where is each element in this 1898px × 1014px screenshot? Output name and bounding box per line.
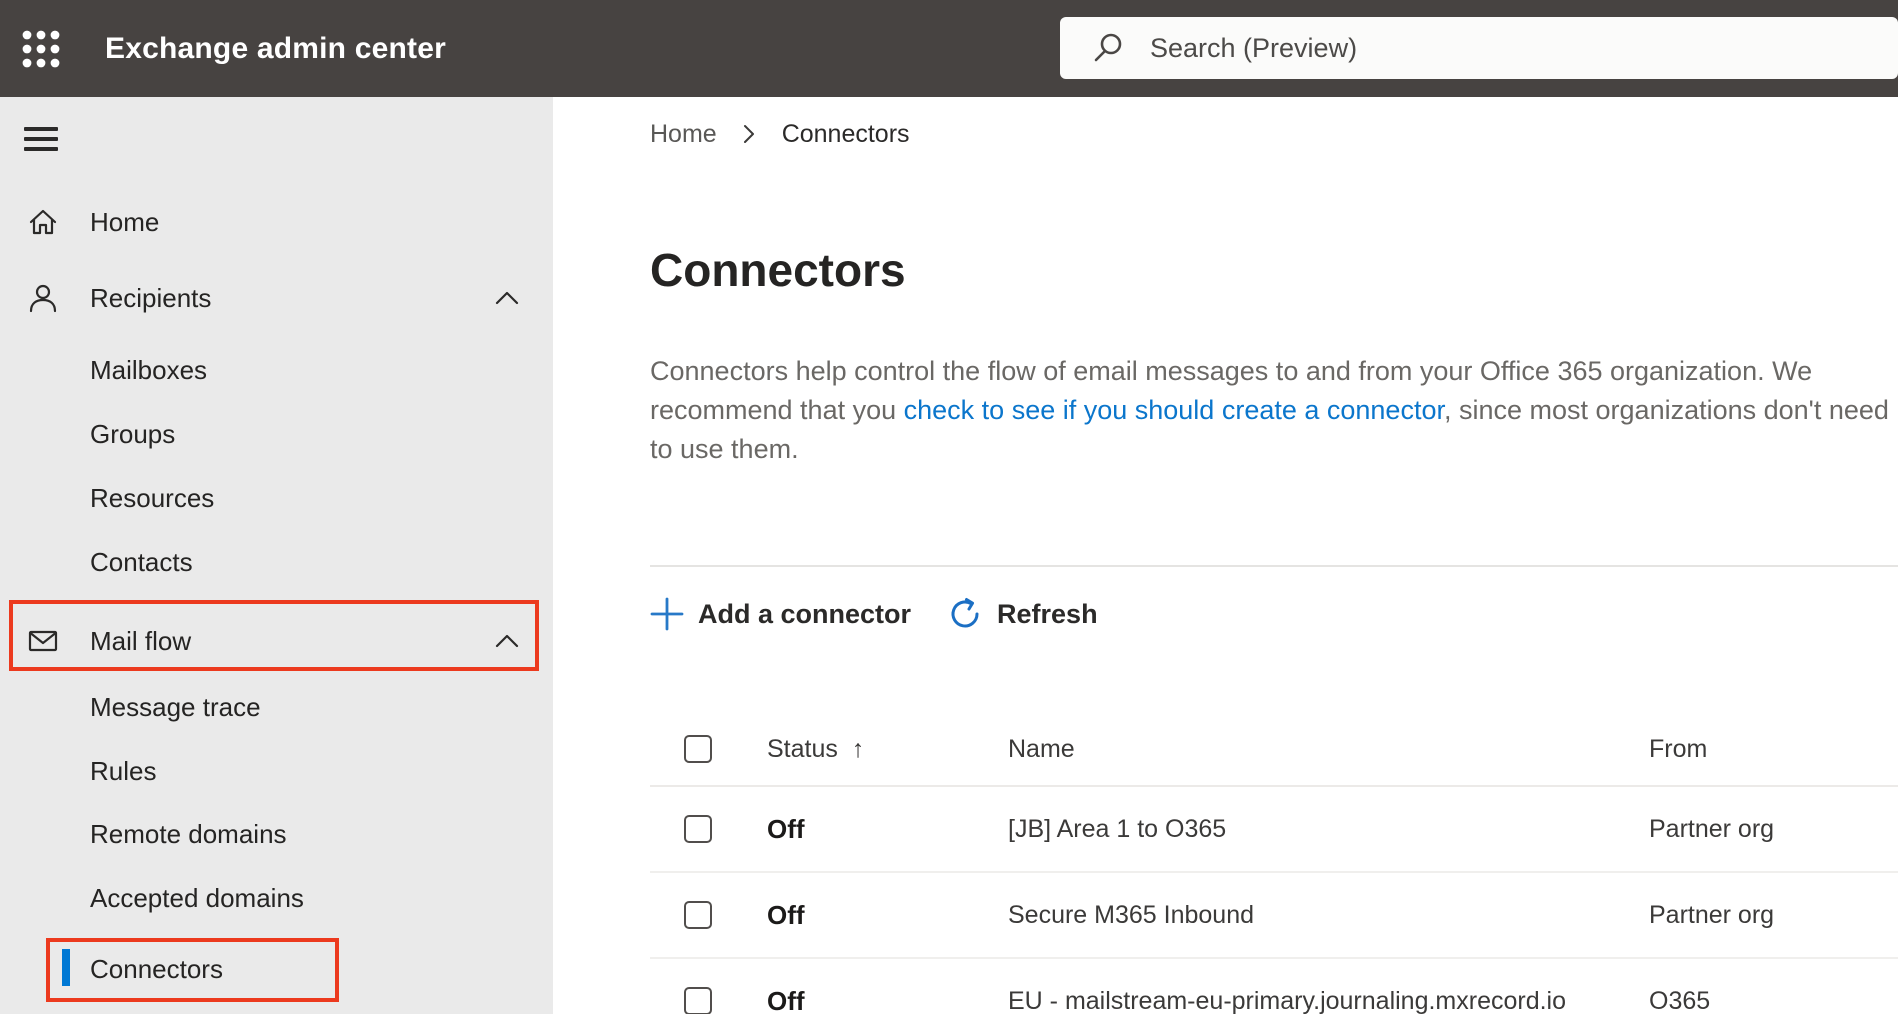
sidebar-item-groups[interactable]: Groups (0, 402, 553, 466)
name-cell[interactable]: EU - mailstream-eu-primary.journaling.mx… (1008, 987, 1566, 1014)
sidebar-item-label: Groups (90, 418, 176, 449)
toolbar-divider (650, 565, 1898, 567)
sidebar-item-label: Recipients (90, 282, 212, 313)
sidebar-item-remote-domains[interactable]: Remote domains (0, 802, 553, 866)
sidebar-item-label: Accepted domains (90, 882, 304, 913)
main-content: Home Connectors Connectors Connectors he… (553, 97, 1898, 1014)
table-header-row: Status ↑ Name From (650, 713, 1898, 787)
sidebar-item-label: Message trace (90, 691, 261, 722)
add-connector-label: Add a connector (698, 598, 912, 629)
sidebar-item-label: Resources (90, 482, 215, 513)
person-icon (29, 284, 57, 313)
create-connector-check-link[interactable]: check to see if you should create a conn… (904, 395, 1444, 425)
chevron-right-icon (743, 123, 756, 145)
sidebar-item-label: Mailboxes (90, 354, 208, 385)
sort-ascending-icon: ↑ (851, 734, 865, 763)
plus-icon (650, 597, 684, 631)
breadcrumb-home-link[interactable]: Home (650, 120, 717, 149)
sidebar-item-label: Home (90, 206, 160, 237)
column-header-name[interactable]: Name (1008, 735, 1075, 763)
sidebar-item-label: Contacts (90, 546, 193, 577)
global-search[interactable] (1060, 17, 1898, 79)
sidebar-item-label: Rules (90, 755, 157, 786)
name-cell[interactable]: Secure M365 Inbound (1008, 901, 1254, 929)
hamburger-menu-icon[interactable] (24, 125, 64, 153)
home-icon (29, 209, 57, 235)
page-description: Connectors help control the flow of emai… (650, 352, 1890, 469)
sidebar-item-rules[interactable]: Rules (0, 739, 553, 803)
left-navigation: Home Recipients Mailboxes Groups Resourc… (0, 97, 553, 1014)
sidebar-item-message-trace[interactable]: Message trace (0, 675, 553, 739)
sidebar-item-label: Connectors (90, 953, 223, 984)
refresh-label: Refresh (997, 598, 1098, 629)
breadcrumb-current: Connectors (781, 119, 910, 148)
sidebar-item-accepted-domains[interactable]: Accepted domains (0, 866, 553, 930)
sidebar-item-label: Remote domains (90, 818, 287, 849)
table-row[interactable]: Off EU - mailstream-eu-primary.journalin… (650, 959, 1898, 1014)
sidebar-item-mailboxes[interactable]: Mailboxes (0, 338, 553, 402)
status-cell: Off (767, 813, 805, 844)
sidebar-item-resources[interactable]: Resources (0, 466, 553, 530)
connectors-table: Status ↑ Name From Off [JB] Area 1 to O3… (650, 713, 1898, 1014)
table-row[interactable]: Off Secure M365 Inbound Partner org (650, 873, 1898, 959)
refresh-icon (951, 598, 979, 628)
page-title: Connectors (650, 244, 906, 296)
select-all-checkbox[interactable] (684, 735, 712, 763)
top-app-bar: Exchange admin center (0, 0, 1898, 97)
search-icon (1094, 33, 1122, 62)
row-checkbox[interactable] (684, 901, 712, 929)
status-cell: Off (767, 985, 805, 1014)
column-header-status[interactable]: Status (767, 735, 838, 764)
command-toolbar: Add a connector Refresh (650, 589, 1098, 639)
sidebar-item-mail-flow[interactable]: Mail flow (0, 609, 553, 673)
waffle-icon (22, 30, 60, 68)
from-cell: Partner org (1649, 900, 1775, 929)
name-cell[interactable]: [JB] Area 1 to O365 (1008, 815, 1226, 843)
row-checkbox[interactable] (684, 987, 712, 1014)
column-header-from[interactable]: From (1649, 735, 1707, 763)
sidebar-item-label: Mail flow (90, 625, 192, 656)
add-connector-button[interactable]: Add a connector (650, 597, 911, 631)
chevron-up-icon (495, 634, 519, 648)
sidebar-item-contacts[interactable]: Contacts (0, 530, 553, 594)
sidebar-item-home[interactable]: Home (0, 190, 553, 254)
chevron-up-icon (495, 291, 519, 305)
table-row[interactable]: Off [JB] Area 1 to O365 Partner org (650, 787, 1898, 873)
status-cell: Off (767, 899, 805, 930)
from-cell: Partner org (1649, 814, 1775, 843)
mail-icon (28, 630, 58, 652)
selected-item-indicator (62, 949, 70, 986)
sidebar-item-connectors[interactable]: Connectors (0, 937, 553, 1001)
from-cell: O365 (1649, 986, 1711, 1014)
app-title: Exchange admin center (105, 31, 446, 65)
breadcrumb: Home Connectors (650, 119, 910, 149)
search-input[interactable] (1150, 17, 1898, 79)
refresh-button[interactable]: Refresh (947, 596, 1098, 632)
sidebar-item-recipients[interactable]: Recipients (0, 266, 553, 330)
row-checkbox[interactable] (684, 815, 712, 843)
app-launcher-icon[interactable] (20, 28, 62, 70)
